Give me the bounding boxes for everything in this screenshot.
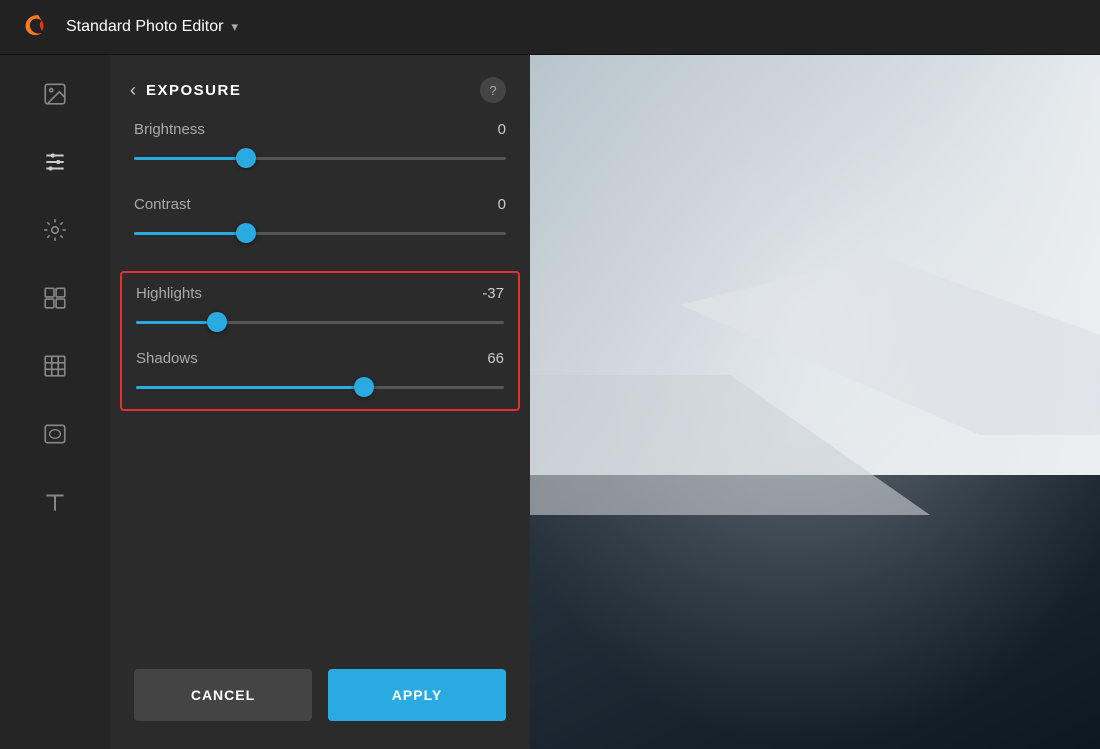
shadows-value: 66 (472, 350, 504, 367)
contrast-thumb[interactable] (236, 223, 256, 243)
panel-footer: CANCEL APPLY (110, 651, 530, 749)
main-area: ‹ EXPOSURE ? Brightness 0 (0, 55, 1100, 749)
highlights-value: -37 (472, 285, 504, 302)
sliders-area: Brightness 0 Contrast 0 (110, 121, 530, 651)
shadows-thumb[interactable] (354, 377, 374, 397)
shadows-group: Shadows 66 (136, 350, 504, 397)
app-title: Standard Photo Editor (66, 18, 223, 36)
brightness-label: Brightness (134, 121, 205, 138)
brightness-value: 0 (474, 121, 506, 138)
contrast-label: Contrast (134, 196, 191, 213)
highlights-track-fill (136, 321, 217, 324)
sidebar-item-text[interactable] (36, 483, 74, 521)
sidebar-item-grid[interactable] (36, 279, 74, 317)
contrast-group: Contrast 0 (134, 196, 506, 243)
sidebar-item-magic[interactable] (36, 211, 74, 249)
brightness-slider[interactable] (134, 148, 506, 168)
panel-header-left: ‹ EXPOSURE (130, 80, 241, 101)
highlights-slider[interactable] (136, 312, 504, 332)
brightness-track-fill (134, 157, 246, 160)
dropdown-chevron[interactable]: ▾ (231, 19, 238, 35)
logo-icon (16, 7, 52, 48)
cancel-button[interactable]: CANCEL (134, 669, 312, 721)
contrast-slider[interactable] (134, 223, 506, 243)
shadows-track-fill (136, 386, 364, 389)
topbar: Standard Photo Editor ▾ (0, 0, 1100, 55)
sidebar-item-vignette[interactable] (36, 415, 74, 453)
panel-header: ‹ EXPOSURE ? (110, 55, 530, 121)
photo-image (530, 55, 1100, 749)
contrast-value: 0 (474, 196, 506, 213)
highlighted-group: Highlights -37 Shadows 66 (120, 271, 520, 411)
shadows-label: Shadows (136, 350, 198, 367)
icon-sidebar (0, 55, 110, 749)
app-title-area[interactable]: Standard Photo Editor ▾ (66, 18, 238, 36)
photo-area (530, 55, 1100, 749)
exposure-panel: ‹ EXPOSURE ? Brightness 0 (110, 55, 530, 749)
highlights-group: Highlights -37 (136, 285, 504, 332)
back-button[interactable]: ‹ (130, 80, 136, 101)
highlights-thumb[interactable] (207, 312, 227, 332)
help-button[interactable]: ? (480, 77, 506, 103)
sidebar-item-image[interactable] (36, 75, 74, 113)
apply-button[interactable]: APPLY (328, 669, 506, 721)
contrast-track-fill (134, 232, 246, 235)
shadows-slider[interactable] (136, 377, 504, 397)
brightness-group: Brightness 0 (134, 121, 506, 168)
sidebar-item-adjustments[interactable] (36, 143, 74, 181)
photo-canvas (530, 55, 1100, 749)
highlights-label: Highlights (136, 285, 202, 302)
sidebar-item-table[interactable] (36, 347, 74, 385)
panel-title: EXPOSURE (146, 82, 241, 99)
brightness-thumb[interactable] (236, 148, 256, 168)
